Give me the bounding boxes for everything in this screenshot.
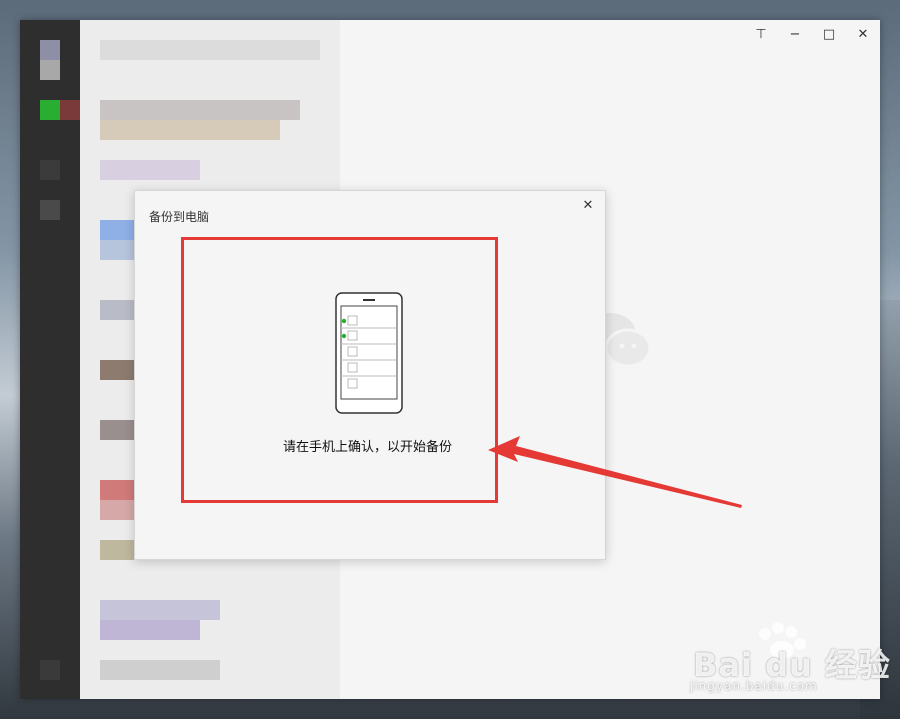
list-item[interactable] <box>100 600 220 620</box>
window-controls: ⊤ − □ ✕ <box>744 20 880 48</box>
arrow-icon <box>488 436 742 508</box>
phone-icon <box>335 292 403 414</box>
chat-nav-icon[interactable] <box>40 100 60 120</box>
maximize-icon[interactable]: □ <box>812 20 846 48</box>
pin-icon[interactable]: ⊤ <box>744 20 778 48</box>
favorites-nav-icon[interactable] <box>40 200 60 220</box>
search-input[interactable] <box>100 40 320 60</box>
avatar[interactable] <box>40 40 60 60</box>
close-icon[interactable]: ✕ <box>846 20 880 48</box>
contacts-nav-icon[interactable] <box>40 160 60 180</box>
minimize-icon[interactable]: − <box>778 20 812 48</box>
close-icon[interactable]: ✕ <box>579 196 597 214</box>
dialog-title: 备份到电脑 <box>149 210 210 224</box>
left-nav-bar <box>20 20 80 699</box>
baidu-watermark-url: jingyan.baidu.com <box>690 679 818 693</box>
